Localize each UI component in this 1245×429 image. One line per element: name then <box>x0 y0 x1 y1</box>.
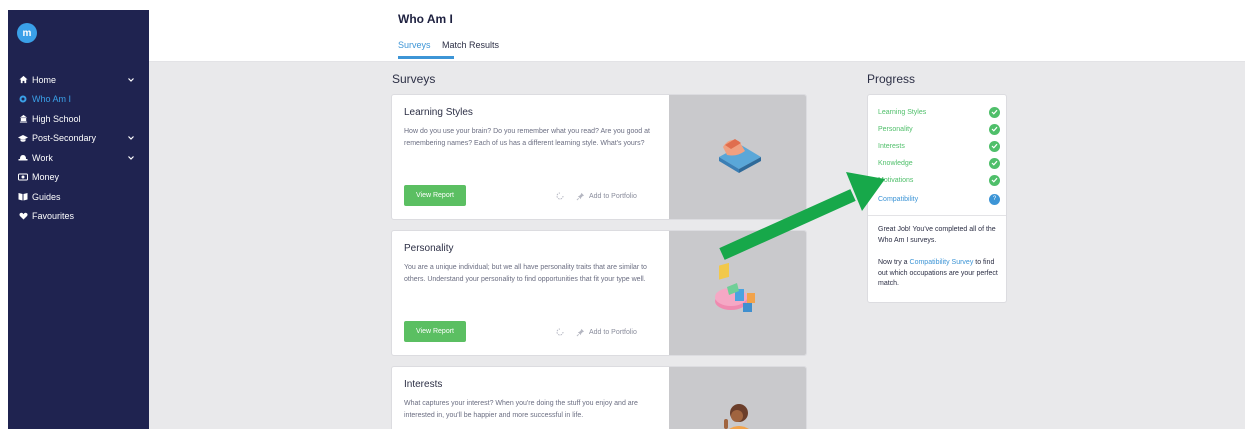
graduation-cap-icon <box>18 133 28 143</box>
sidebar-item-label: Post-Secondary <box>32 133 97 144</box>
progress-item-personality[interactable]: Personality <box>878 123 1000 135</box>
completion-message: Great Job! You've completed all of the W… <box>878 226 996 244</box>
app-logo[interactable]: m <box>17 23 37 43</box>
progress-item-motivations[interactable]: Motivations <box>878 174 1000 186</box>
progress-item-learning-styles[interactable]: Learning Styles <box>878 106 1000 118</box>
school-icon <box>18 114 28 124</box>
heart-icon <box>18 211 28 221</box>
divider <box>868 215 1006 216</box>
view-report-button[interactable]: View Report <box>404 185 466 206</box>
progress-item-label: Compatibility <box>878 195 919 203</box>
progress-item-label: Personality <box>878 125 913 133</box>
view-report-button[interactable]: View Report <box>404 321 466 342</box>
main-content: Surveys Progress Learning Styles How do … <box>149 62 1245 429</box>
refresh-icon[interactable] <box>555 191 565 201</box>
progress-item-interests[interactable]: Interests <box>878 140 1000 152</box>
card-body: Interests What captures your interest? W… <box>392 367 668 429</box>
survey-card-learning-styles: Learning Styles How do you use your brai… <box>391 94 807 220</box>
card-illustration <box>669 95 806 219</box>
add-to-portfolio-label: Add to Portfolio <box>589 193 637 200</box>
surveys-section-title: Surveys <box>392 72 436 86</box>
sidebar-item-who-am-i[interactable]: Who Am I <box>8 90 149 110</box>
book-icon <box>18 192 28 202</box>
sidebar-item-guides[interactable]: Guides <box>8 187 149 207</box>
progress-item-label: Interests <box>878 142 905 150</box>
survey-card-personality: Personality You are a unique individual;… <box>391 230 807 356</box>
home-icon <box>18 75 28 85</box>
progress-panel: Learning Styles Personality Interests Kn… <box>867 94 1007 303</box>
sidebar-item-label: Favourites <box>32 211 75 222</box>
check-circle-icon <box>989 157 1000 169</box>
pin-icon <box>576 328 585 337</box>
active-tab-indicator <box>398 56 454 59</box>
pending-badge-icon: ? <box>989 193 1000 205</box>
tab-surveys[interactable]: Surveys <box>398 40 431 50</box>
card-title: Interests <box>404 379 443 390</box>
chevron-down-icon <box>128 155 134 160</box>
hardhat-icon <box>18 153 28 163</box>
person-illustration <box>724 404 749 429</box>
sidebar-item-home[interactable]: Home <box>8 70 149 90</box>
check-circle-icon <box>989 140 1000 152</box>
tab-match-results[interactable]: Match Results <box>442 40 499 50</box>
progress-item-label: Knowledge <box>878 159 913 167</box>
check-circle-icon <box>989 174 1000 186</box>
sidebar-item-favourites[interactable]: Favourites <box>8 207 149 227</box>
brain-illustration <box>719 139 761 173</box>
sidebar-nav: Home Who Am I High School Post-Secondary <box>8 70 149 226</box>
sidebar: m Home Who Am I High School Post-Seconda… <box>8 10 149 429</box>
puzzle-pieces-illustration <box>715 262 755 312</box>
card-description: What captures your interest? When you're… <box>404 400 638 419</box>
sidebar-item-label: Who Am I <box>32 94 72 105</box>
check-circle-icon <box>989 106 1000 118</box>
pin-icon <box>576 192 585 201</box>
sidebar-item-high-school[interactable]: High School <box>8 109 149 129</box>
sidebar-item-label: High School <box>32 113 81 124</box>
card-title: Personality <box>404 243 454 254</box>
progress-item-compatibility[interactable]: Compatibility ? <box>878 193 1000 205</box>
chevron-down-icon <box>128 77 134 82</box>
progress-item-knowledge[interactable]: Knowledge <box>878 157 1000 169</box>
page-header: Who Am I Surveys Match Results <box>149 0 1245 62</box>
sidebar-item-post-secondary[interactable]: Post-Secondary <box>8 129 149 149</box>
add-to-portfolio-link[interactable]: Add to Portfolio <box>576 192 637 201</box>
check-circle-icon <box>989 123 1000 135</box>
money-icon <box>18 172 28 182</box>
chevron-down-icon <box>128 136 134 141</box>
sidebar-item-label: Home <box>32 74 57 85</box>
compatibility-survey-link[interactable]: Compatibility Survey <box>910 259 974 266</box>
add-to-portfolio-label: Add to Portfolio <box>589 329 637 336</box>
sidebar-item-label: Guides <box>32 191 61 202</box>
progress-item-label: Motivations <box>878 176 914 184</box>
add-to-portfolio-link[interactable]: Add to Portfolio <box>576 328 637 337</box>
next-step-prefix: Now try a <box>878 259 910 266</box>
progress-section-title: Progress <box>867 72 916 86</box>
dot-icon <box>18 94 28 104</box>
next-step-message: Now try a Compatibility Survey to find o… <box>878 258 1000 290</box>
progress-item-label: Learning Styles <box>878 108 927 116</box>
card-illustration <box>669 231 806 355</box>
survey-card-interests: Interests What captures your interest? W… <box>391 366 807 429</box>
page-title: Who Am I <box>398 12 453 26</box>
sidebar-item-money[interactable]: Money <box>8 168 149 188</box>
sidebar-item-work[interactable]: Work <box>8 148 149 168</box>
sidebar-item-label: Money <box>32 172 60 183</box>
card-description: How do you use your brain? Do you rememb… <box>404 128 650 147</box>
card-description: You are a unique individual; but we all … <box>404 264 647 283</box>
card-body: Learning Styles How do you use your brai… <box>392 95 668 219</box>
refresh-icon[interactable] <box>555 327 565 337</box>
card-illustration <box>669 367 806 429</box>
card-title: Learning Styles <box>404 107 473 118</box>
card-body: Personality You are a unique individual;… <box>392 231 668 355</box>
sidebar-item-label: Work <box>32 152 53 163</box>
